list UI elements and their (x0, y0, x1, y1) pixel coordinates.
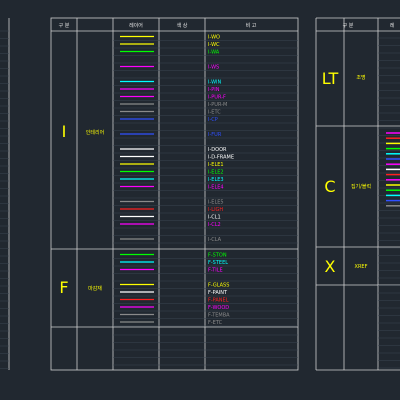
layer-name: F-PANEL (208, 298, 229, 304)
section-name-interior: 인테리어 (86, 129, 104, 136)
table-row: I-ELE2 (113, 170, 298, 176)
section-name-xref: XREF (355, 264, 368, 270)
layer-name: I-DOOR (208, 147, 227, 153)
table-row: F-ETC (113, 320, 298, 327)
table-row: F-PAINT (113, 290, 298, 297)
header-division: 구 분 (59, 23, 70, 29)
cad-drawing-canvas[interactable]: 구 분 레이어 색 상 비 고 I 인테리어 F 마감재 I-WOI-WCI-W… (0, 0, 400, 400)
table-row: I-CL2 (113, 222, 298, 229)
table-row: I-PUR-F (113, 95, 298, 101)
table-row: I-WIN (113, 80, 298, 86)
section-letter-furniture: C (324, 177, 335, 196)
layer-name: I-CL1 (208, 215, 221, 221)
layer-name: I-WIN (208, 80, 221, 86)
layer-name: I-WO (208, 35, 220, 41)
table-row: F-STEEL (113, 260, 298, 267)
table-row: I-CLA (113, 237, 298, 244)
layer-name: F-TEMBA (208, 313, 230, 319)
layer-name: I-CL2 (208, 222, 221, 228)
layer-name: F-PAINT (208, 290, 228, 296)
layer-name: F-STON (208, 253, 227, 259)
layer-name: F-STEEL (208, 260, 228, 266)
section-letter-lighting: LT (322, 69, 339, 88)
table-row: I-DOOR (113, 147, 298, 154)
header-layer: 레이어 (129, 22, 143, 29)
layer-table-right: 구 분 레 LT 조명 C 집기/블럭 X XREF (315, 17, 400, 371)
table-row: F-PANEL (113, 298, 298, 304)
left-partial-table (0, 18, 10, 370)
table-row: I-PUR-M (113, 102, 298, 109)
layer-name: I-ELE5 (208, 200, 224, 206)
layer-name: F-WOOD (208, 305, 229, 311)
section-letter-interior: I (62, 122, 67, 141)
table-row: F-TILE (113, 268, 298, 274)
table-row: I-ELE3 (113, 177, 298, 184)
table-row: I-WC (113, 42, 298, 49)
table-row: I-ELE4 (113, 185, 298, 191)
table-row: I-ETC (113, 110, 298, 116)
section-letter-finish: F (59, 278, 68, 297)
section-name-finish: 마감재 (88, 285, 102, 292)
table-row: I-PIN (113, 87, 298, 94)
layer-name: I-FUR (208, 132, 222, 138)
layer-name: I-ELE2 (208, 170, 224, 176)
table-row: I-CP (113, 117, 298, 124)
layer-name: I-WA (208, 50, 220, 56)
section-name-lighting: 조명 (356, 74, 365, 81)
layer-name: I-CP (208, 117, 218, 123)
table-row: I-WA (113, 50, 298, 56)
table-row: I-CL1 (113, 215, 298, 221)
table-row: F-GLASS (113, 283, 298, 289)
table-row: F-STON (113, 253, 298, 259)
section-name-furniture: 집기/블럭 (351, 183, 371, 190)
header-remarks: 비 고 (246, 22, 257, 29)
layer-name: F-TILE (208, 268, 223, 274)
section-letter-xref: X (325, 257, 336, 276)
table-row: I-WO (113, 35, 298, 41)
header-color: 색 상 (177, 22, 188, 29)
layer-name: F-GLASS (208, 283, 229, 289)
left-stub-rows (0, 30, 9, 369)
table-row: I-ELE5 (113, 200, 298, 206)
layer-name: I-CLA (208, 237, 222, 243)
table-row: I-D-FRAME (113, 155, 298, 161)
table-row: I-ELE1 (113, 162, 298, 169)
layer-name: I-ELE1 (208, 162, 224, 168)
table-row: I-FUR (113, 132, 298, 139)
layer-table-left: 구 분 레이어 색 상 비 고 I 인테리어 F 마감재 I-WOI-WCI-W… (50, 17, 299, 371)
layer-name: I-D-FRAME (208, 155, 234, 161)
layer-rows-left: I-WOI-WC I-WA I-WS I-WINI-PIN I-PUR-FI-PUR-M… (113, 35, 298, 366)
table-row: I-LIGH (113, 207, 298, 214)
layer-name: I-PUR-F (208, 95, 226, 101)
layer-name: I-ETC (208, 110, 221, 116)
table-row: F-TEMBA (113, 313, 298, 319)
table-row: F-WOOD (113, 305, 298, 312)
layer-name: F-ETC (208, 320, 223, 326)
layer-name: I-ELE3 (208, 177, 224, 183)
right-header-layer: 레 (390, 22, 395, 29)
right-header-division: 구 분 (343, 23, 354, 29)
layer-name: I-WC (208, 42, 220, 48)
layer-name: I-ELE4 (208, 185, 224, 191)
layer-name: I-LIGH (208, 207, 223, 213)
layer-name: I-PUR-M (208, 102, 227, 108)
layer-rows-right (378, 37, 400, 369)
table-row: I-WS (113, 65, 298, 71)
layer-name: I-PIN (208, 87, 220, 93)
layer-name: I-WS (208, 65, 219, 71)
